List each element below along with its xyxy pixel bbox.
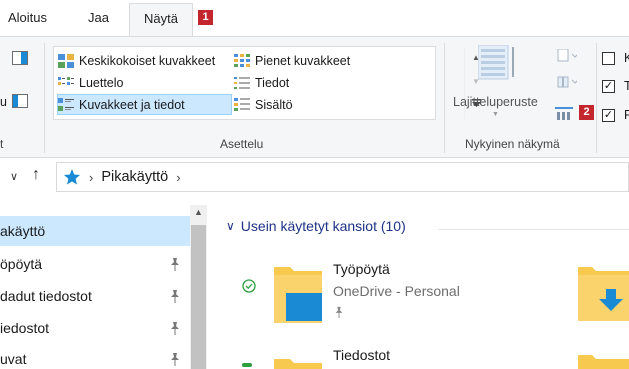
nav-item-documents[interactable]: iedostot (0, 313, 190, 343)
pin-icon (171, 322, 179, 335)
downloads-folder-icon[interactable] (576, 263, 629, 323)
ribbon-tab-strip: Aloitus Jaa Näytä 1 (0, 0, 629, 37)
layout-list-label: Luettelo (79, 75, 124, 90)
callout-badge-2: 2 (579, 105, 594, 120)
add-columns-icon[interactable] (555, 75, 579, 92)
current-view-group-label: Nykyinen näkymä (465, 137, 560, 151)
nav-item-label: öpöytä (0, 256, 43, 272)
panes-group-label: t (0, 137, 4, 151)
file-extensions-checkbox[interactable]: ✓ (602, 80, 615, 93)
address-bar[interactable]: › Pikakäyttö › (56, 162, 629, 192)
layout-tiles[interactable]: Kuvakkeet ja tiedot (57, 94, 232, 115)
tiles-icon (58, 97, 74, 111)
medium-icons-icon (58, 53, 74, 68)
nav-item-label: dadut tiedostot (0, 288, 92, 304)
frequent-folders-header[interactable]: ∨ Usein käytetyt kansiot (10) (226, 218, 406, 234)
layout-medium-icons[interactable]: Keskikokoiset kuvakkeet (58, 50, 236, 71)
address-bar-row: ∨ ↑ › Pikakäyttö › (0, 158, 629, 196)
collapse-chevron-icon[interactable]: ∨ (226, 219, 235, 233)
sort-by-icon (478, 45, 514, 80)
sort-by-button[interactable]: Lajitteluperuste ▼ (448, 43, 546, 123)
breadcrumb-separator-icon[interactable]: › (89, 170, 93, 185)
breadcrumb-chevron-icon[interactable]: › (176, 170, 180, 185)
nav-item-pictures[interactable]: uvat (0, 344, 190, 369)
tab-start[interactable]: Aloitus (8, 10, 47, 25)
scrollbar-thumb[interactable] (191, 225, 206, 369)
show-hide-label-t: T (624, 79, 629, 93)
show-hide-label-k: K (624, 51, 629, 65)
quick-access-star-icon (64, 169, 80, 185)
folder-icon (274, 267, 322, 323)
pin-icon (171, 290, 179, 303)
nav-item-quick-access[interactable]: akäyttö (0, 216, 190, 246)
callout-badge-1: 1 (198, 10, 213, 25)
up-arrow-icon[interactable]: ↑ (32, 166, 40, 184)
hidden-items-checkbox[interactable]: ✓ (602, 109, 615, 122)
layout-details-label: Tiedot (255, 75, 290, 90)
ribbon-left-label: u (0, 95, 7, 109)
group-separator (44, 43, 45, 153)
breadcrumb-location[interactable]: Pikakäyttö (101, 169, 168, 185)
layout-small-icons[interactable]: Pienet kuvakkeet (234, 50, 410, 71)
pin-icon (171, 353, 179, 366)
content-view-icon (234, 97, 250, 111)
layout-list[interactable]: Luettelo (58, 72, 236, 93)
layout-content-label: Sisältö (255, 97, 293, 112)
tab-view[interactable]: Näytä (129, 3, 193, 37)
layout-small-icons-label: Pienet kuvakkeet (255, 53, 351, 68)
details-icon (234, 76, 250, 89)
item-checkboxes-checkbox[interactable] (602, 52, 615, 65)
nav-item-desktop[interactable]: öpöytä (0, 249, 190, 279)
folder-title: Työpöytä (333, 261, 390, 277)
section-header-label: Usein käytetyt kansiot (10) (240, 218, 406, 234)
layout-details[interactable]: Tiedot (234, 72, 410, 93)
nav-item-label: akäyttö (0, 223, 46, 239)
scroll-up-icon[interactable]: ▲ (194, 207, 203, 217)
show-hide-label-p: P (624, 108, 629, 122)
details-pane-icon[interactable] (12, 94, 28, 111)
sort-by-label: Lajitteluperuste (453, 95, 538, 109)
section-divider (438, 229, 629, 230)
group-separator (444, 43, 445, 153)
nav-item-label: iedostot (0, 320, 50, 336)
layout-group-label: Asettelu (220, 137, 264, 151)
folder-icon (274, 359, 322, 369)
layout-content[interactable]: Sisältö (234, 94, 410, 115)
layout-gallery: Keskikokoiset kuvakkeet Pienet kuvakkeet… (53, 46, 481, 120)
folder-item-desktop[interactable]: Työpöytä OneDrive - Personal (236, 255, 496, 329)
folder-icon[interactable] (576, 351, 629, 369)
folder-title: Tiedostot (333, 347, 391, 363)
size-columns-icon[interactable] (555, 107, 573, 124)
group-separator (596, 43, 597, 153)
tab-share[interactable]: Jaa (88, 10, 109, 25)
file-list: ∨ Usein käytetyt kansiot (10) Työpöytä O… (210, 205, 629, 369)
recent-locations-chevron-icon[interactable]: ∨ (10, 170, 18, 183)
sync-ok-icon (242, 279, 256, 293)
layout-tiles-label: Kuvakkeet ja tiedot (79, 97, 185, 112)
navigation-pane-icon[interactable] (12, 51, 28, 68)
navigation-pane: akäyttö öpöytä dadut tiedostot iedostot … (0, 205, 210, 369)
pin-icon (335, 306, 343, 318)
folder-item-documents[interactable]: Tiedostot (236, 343, 496, 369)
sort-by-dropdown-icon: ▼ (492, 111, 499, 118)
ribbon: u t Keskikokoiset kuvakkeet Pienet kuvak… (0, 37, 629, 158)
nav-item-label: uvat (0, 351, 27, 367)
list-icon (58, 76, 74, 85)
group-by-icon[interactable] (555, 48, 579, 66)
layout-medium-icons-label: Keskikokoiset kuvakkeet (79, 53, 216, 68)
navigation-pane-scrollbar[interactable]: ▲ (190, 205, 207, 369)
nav-item-downloads[interactable]: dadut tiedostot (0, 281, 190, 311)
pin-icon (171, 258, 179, 271)
small-icons-icon (234, 53, 250, 67)
sync-ok-icon (242, 363, 252, 367)
folder-subtitle: OneDrive - Personal (333, 283, 460, 299)
